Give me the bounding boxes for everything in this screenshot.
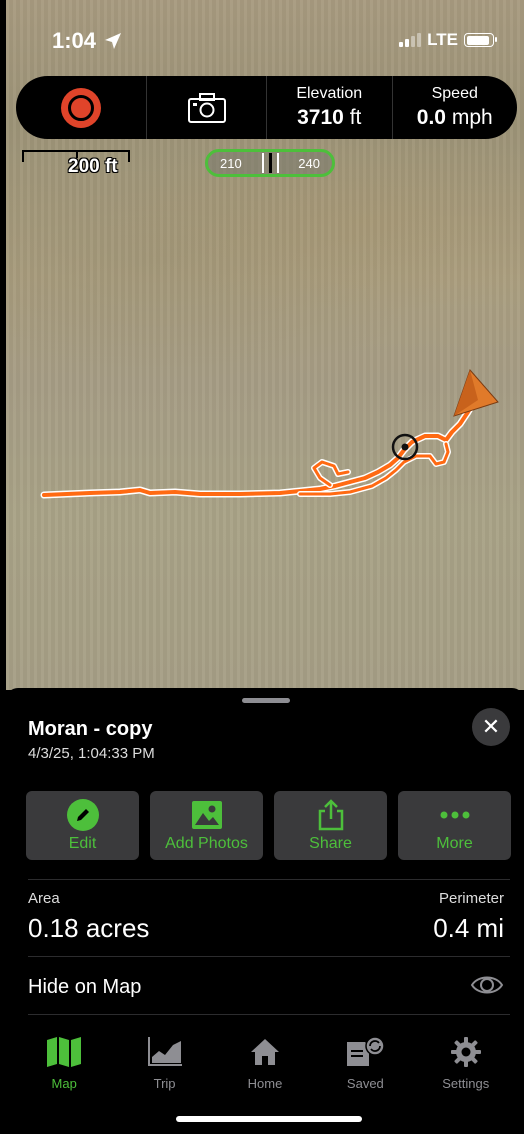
eye-icon	[470, 976, 504, 994]
tab-map[interactable]: Map	[14, 1028, 114, 1091]
speed-readout: Speed 0.0 mph	[416, 85, 493, 129]
tab-settings[interactable]: Settings	[416, 1028, 516, 1091]
pencil-icon	[66, 798, 99, 831]
status-time: 1:04	[52, 28, 122, 54]
record-icon	[61, 87, 102, 128]
area-metric: Area 0.18 acres	[28, 890, 150, 943]
compass-needle-icon	[261, 153, 279, 173]
edit-button[interactable]: Edit	[26, 791, 139, 860]
network-status: LTE	[399, 30, 497, 50]
tab-trip[interactable]: Trip	[114, 1028, 214, 1091]
sheet-title: Moran - copy	[28, 718, 153, 740]
share-button[interactable]: Share	[274, 791, 387, 860]
more-icon	[440, 811, 469, 818]
add-photos-button[interactable]: Add Photos	[150, 791, 263, 860]
gear-icon	[450, 1037, 481, 1067]
location-marker-icon	[391, 433, 419, 461]
chart-icon	[147, 1037, 182, 1066]
map-scale-bar: 200 ft	[22, 150, 130, 177]
photo-icon	[191, 800, 222, 829]
recording-toolbar: Elevation 3710 ft Speed 0.0 mph	[16, 76, 517, 139]
recorded-track	[40, 398, 478, 499]
map-icon	[47, 1037, 82, 1067]
compass-heading[interactable]: 210 240	[205, 149, 335, 177]
tab-bar: Map Trip Home Saved Settings	[6, 1028, 524, 1134]
sheet-grabber[interactable]	[242, 698, 290, 703]
status-bar: 1:04 LTE	[0, 0, 524, 76]
divider	[28, 956, 510, 957]
share-icon	[318, 798, 343, 830]
tab-home[interactable]: Home	[215, 1028, 315, 1091]
divider	[28, 879, 510, 880]
home-indicator[interactable]	[176, 1116, 362, 1122]
heading-arrow-icon	[453, 369, 499, 417]
elevation-readout: Elevation 3710 ft	[267, 76, 393, 139]
camera-icon	[187, 92, 226, 123]
battery-icon	[464, 33, 497, 47]
hide-on-map-toggle[interactable]	[470, 972, 504, 1003]
camera-button[interactable]	[147, 76, 267, 139]
close-button[interactable]: ✕	[472, 708, 510, 746]
sheet-timestamp: 4/3/25, 1:04:33 PM	[28, 745, 155, 762]
tab-saved[interactable]: Saved	[315, 1028, 415, 1091]
close-icon: ✕	[481, 714, 501, 739]
more-button[interactable]: More	[398, 791, 511, 860]
perimeter-metric: Perimeter 0.4 mi	[433, 890, 504, 943]
record-button[interactable]	[16, 76, 148, 139]
location-arrow-icon	[105, 33, 122, 49]
divider	[28, 1014, 510, 1015]
signal-icon	[399, 33, 422, 47]
saved-icon	[347, 1036, 386, 1066]
action-buttons: Edit Add Photos Share More	[26, 791, 511, 860]
hide-on-map-label: Hide on Map	[28, 976, 142, 998]
home-icon	[250, 1039, 279, 1065]
